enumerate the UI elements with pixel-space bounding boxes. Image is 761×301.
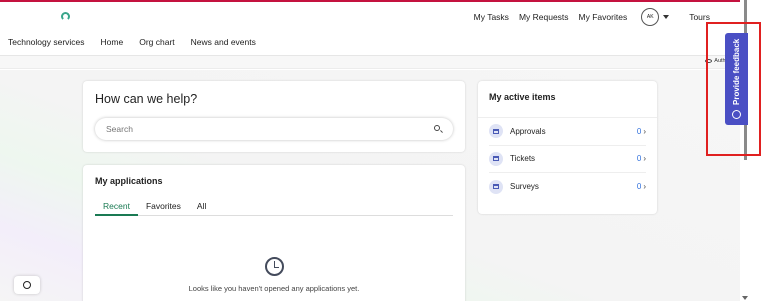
highlight-box bbox=[706, 22, 761, 156]
calendar-icon bbox=[489, 151, 503, 166]
search-box[interactable] bbox=[95, 118, 453, 140]
active-items-card: My active items Approvals 0 › Tickets 0 … bbox=[478, 81, 657, 214]
active-items-list: Approvals 0 › Tickets 0 › Surveys 0 › bbox=[478, 117, 657, 201]
active-item-surveys[interactable]: Surveys 0 › bbox=[489, 173, 646, 201]
sub-bar: Author vi bbox=[0, 56, 740, 69]
search-icon[interactable] bbox=[434, 125, 440, 131]
scroll-down-icon[interactable] bbox=[742, 296, 748, 300]
my-favorites-link[interactable]: My Favorites bbox=[579, 12, 628, 22]
my-requests-link[interactable]: My Requests bbox=[519, 12, 569, 22]
item-label: Tickets bbox=[510, 154, 536, 164]
logo-icon[interactable] bbox=[61, 12, 70, 21]
item-label: Surveys bbox=[510, 182, 539, 192]
help-title: How can we help? bbox=[95, 92, 198, 106]
calendar-icon bbox=[489, 179, 503, 194]
item-count: 0 bbox=[636, 182, 642, 192]
empty-state-message: Looks like you haven't opened any applic… bbox=[188, 284, 360, 293]
nav-item-news-and-events[interactable]: News and events bbox=[191, 37, 256, 47]
top-links: My Tasks My Requests My Favorites AK Tou… bbox=[474, 6, 720, 28]
help-card: How can we help? bbox=[83, 81, 465, 152]
tours-link[interactable]: Tours bbox=[689, 12, 710, 22]
item-label: Approvals bbox=[510, 126, 546, 136]
applications-title: My applications bbox=[95, 176, 163, 186]
top-bar: My Tasks My Requests My Favorites AK Tou… bbox=[0, 2, 740, 28]
my-tasks-link[interactable]: My Tasks bbox=[474, 12, 509, 22]
chevron-right-icon: › bbox=[643, 154, 646, 164]
nav-item-org-chart[interactable]: Org chart bbox=[139, 37, 174, 47]
nav-item-technology-services[interactable]: Technology services bbox=[8, 37, 85, 47]
clock-icon bbox=[265, 257, 284, 276]
item-count: 0 bbox=[636, 126, 642, 136]
tab-favorites[interactable]: Favorites bbox=[138, 194, 189, 216]
item-count: 0 bbox=[636, 154, 642, 164]
main-nav: Technology services Home Org chart News … bbox=[0, 28, 740, 56]
avatar[interactable]: AK bbox=[641, 8, 660, 26]
applications-tabs: Recent Favorites All bbox=[95, 194, 453, 216]
active-item-tickets[interactable]: Tickets 0 › bbox=[489, 146, 646, 173]
nav-item-home[interactable]: Home bbox=[101, 37, 124, 47]
tab-all[interactable]: All bbox=[189, 194, 214, 216]
main-content: How can we help? My applications Recent … bbox=[0, 70, 740, 301]
tab-recent[interactable]: Recent bbox=[95, 194, 138, 216]
history-icon bbox=[23, 281, 31, 289]
chevron-right-icon: › bbox=[643, 126, 646, 136]
chevron-down-icon[interactable] bbox=[663, 15, 670, 19]
chevron-right-icon: › bbox=[643, 182, 646, 192]
calendar-icon bbox=[489, 124, 503, 139]
search-input[interactable] bbox=[106, 122, 406, 136]
active-item-approvals[interactable]: Approvals 0 › bbox=[489, 118, 646, 146]
history-button[interactable] bbox=[14, 276, 40, 294]
applications-card: My applications Recent Favorites All Loo… bbox=[83, 165, 465, 301]
active-items-title: My active items bbox=[489, 92, 556, 102]
